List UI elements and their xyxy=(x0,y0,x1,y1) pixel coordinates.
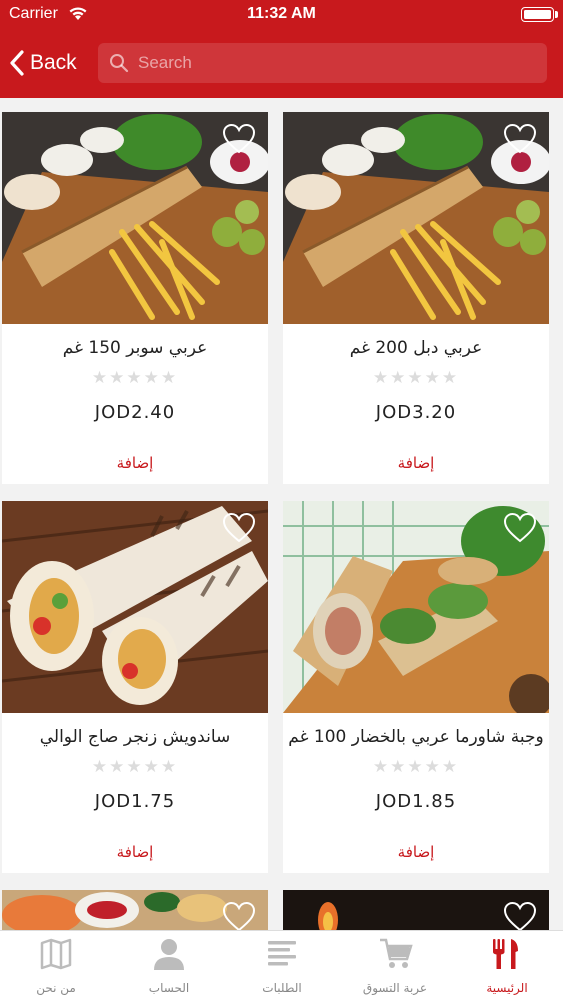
product-name: عربي دبل 200 غم xyxy=(349,338,483,358)
add-to-cart-button[interactable]: إضافة xyxy=(283,454,549,472)
battery-icon xyxy=(521,7,554,22)
rating-stars: ★★★★★ xyxy=(91,757,179,777)
product-price: JOD1.75 xyxy=(94,791,176,812)
tab-about[interactable]: من نحن xyxy=(0,931,112,1000)
product-card[interactable]: عربي سوبر 150 غم ★★★★★ JOD2.40 إضافة xyxy=(2,112,268,484)
add-to-cart-button[interactable]: إضافة xyxy=(2,843,268,861)
heart-icon[interactable] xyxy=(222,123,256,155)
tab-home[interactable]: الرئيسية xyxy=(451,931,563,1000)
product-image[interactable] xyxy=(2,112,268,324)
back-button[interactable]: Back xyxy=(10,46,77,80)
add-to-cart-button[interactable]: إضافة xyxy=(2,454,268,472)
status-bar: Carrier 11:32 AM xyxy=(0,0,563,30)
product-name: ساندويش زنجر صاج الوالي xyxy=(39,727,231,747)
product-name: عربي سوبر 150 غم xyxy=(62,338,208,358)
product-image[interactable] xyxy=(283,890,549,930)
search-icon xyxy=(110,54,129,73)
battery-tip xyxy=(555,11,558,18)
cart-icon xyxy=(380,938,413,968)
tab-label: الحساب xyxy=(148,981,190,995)
search-bar[interactable] xyxy=(98,43,547,83)
product-card[interactable]: عربي دبل 200 غم ★★★★★ JOD3.20 إضافة xyxy=(283,112,549,484)
rating-stars: ★★★★★ xyxy=(372,368,460,388)
tab-label: من نحن xyxy=(36,981,76,995)
map-icon xyxy=(40,938,72,970)
tab-label: عربة التسوق xyxy=(362,981,428,995)
product-card[interactable] xyxy=(2,890,268,930)
product-name: وجبة شاورما عربي بالخضار 100 غم xyxy=(288,727,544,747)
heart-icon[interactable] xyxy=(222,512,256,544)
heart-icon[interactable] xyxy=(222,901,256,930)
user-icon xyxy=(154,939,184,970)
chevron-left-icon xyxy=(10,50,24,76)
tab-bar: الرئيسية عربة التسوق الطلبات الحساب من ن… xyxy=(0,930,563,1000)
heart-icon[interactable] xyxy=(503,123,537,155)
rating-stars: ★★★★★ xyxy=(91,368,179,388)
tab-orders[interactable]: الطلبات xyxy=(226,931,338,1000)
product-card[interactable] xyxy=(283,890,549,930)
product-image[interactable] xyxy=(2,890,268,930)
product-price: JOD3.20 xyxy=(375,402,457,423)
product-price: JOD1.85 xyxy=(375,791,457,812)
navigation-header: Carrier 11:32 AM Back xyxy=(0,0,563,98)
product-card[interactable]: وجبة شاورما عربي بالخضار 100 غم ★★★★★ JO… xyxy=(283,501,549,873)
back-label: Back xyxy=(30,51,77,74)
tab-account[interactable]: الحساب xyxy=(113,931,225,1000)
product-image[interactable] xyxy=(283,501,549,713)
clock: 11:32 AM xyxy=(247,5,316,22)
tab-cart[interactable]: عربة التسوق xyxy=(339,931,451,1000)
product-image[interactable] xyxy=(2,501,268,713)
product-price: JOD2.40 xyxy=(94,402,176,423)
rating-stars: ★★★★★ xyxy=(372,757,460,777)
product-image[interactable] xyxy=(283,112,549,324)
fork-knife-icon xyxy=(493,939,518,969)
list-icon xyxy=(268,941,296,966)
search-input[interactable] xyxy=(138,53,518,73)
heart-icon[interactable] xyxy=(503,901,537,930)
product-card[interactable]: ساندويش زنجر صاج الوالي ★★★★★ JOD1.75 إض… xyxy=(2,501,268,873)
tab-label: الطلبات xyxy=(262,981,302,995)
add-to-cart-button[interactable]: إضافة xyxy=(283,843,549,861)
heart-icon[interactable] xyxy=(503,512,537,544)
tab-label: الرئيسية xyxy=(486,981,528,995)
product-grid: عربي دبل 200 غم ★★★★★ JOD3.20 إضافة عربي… xyxy=(0,98,563,930)
